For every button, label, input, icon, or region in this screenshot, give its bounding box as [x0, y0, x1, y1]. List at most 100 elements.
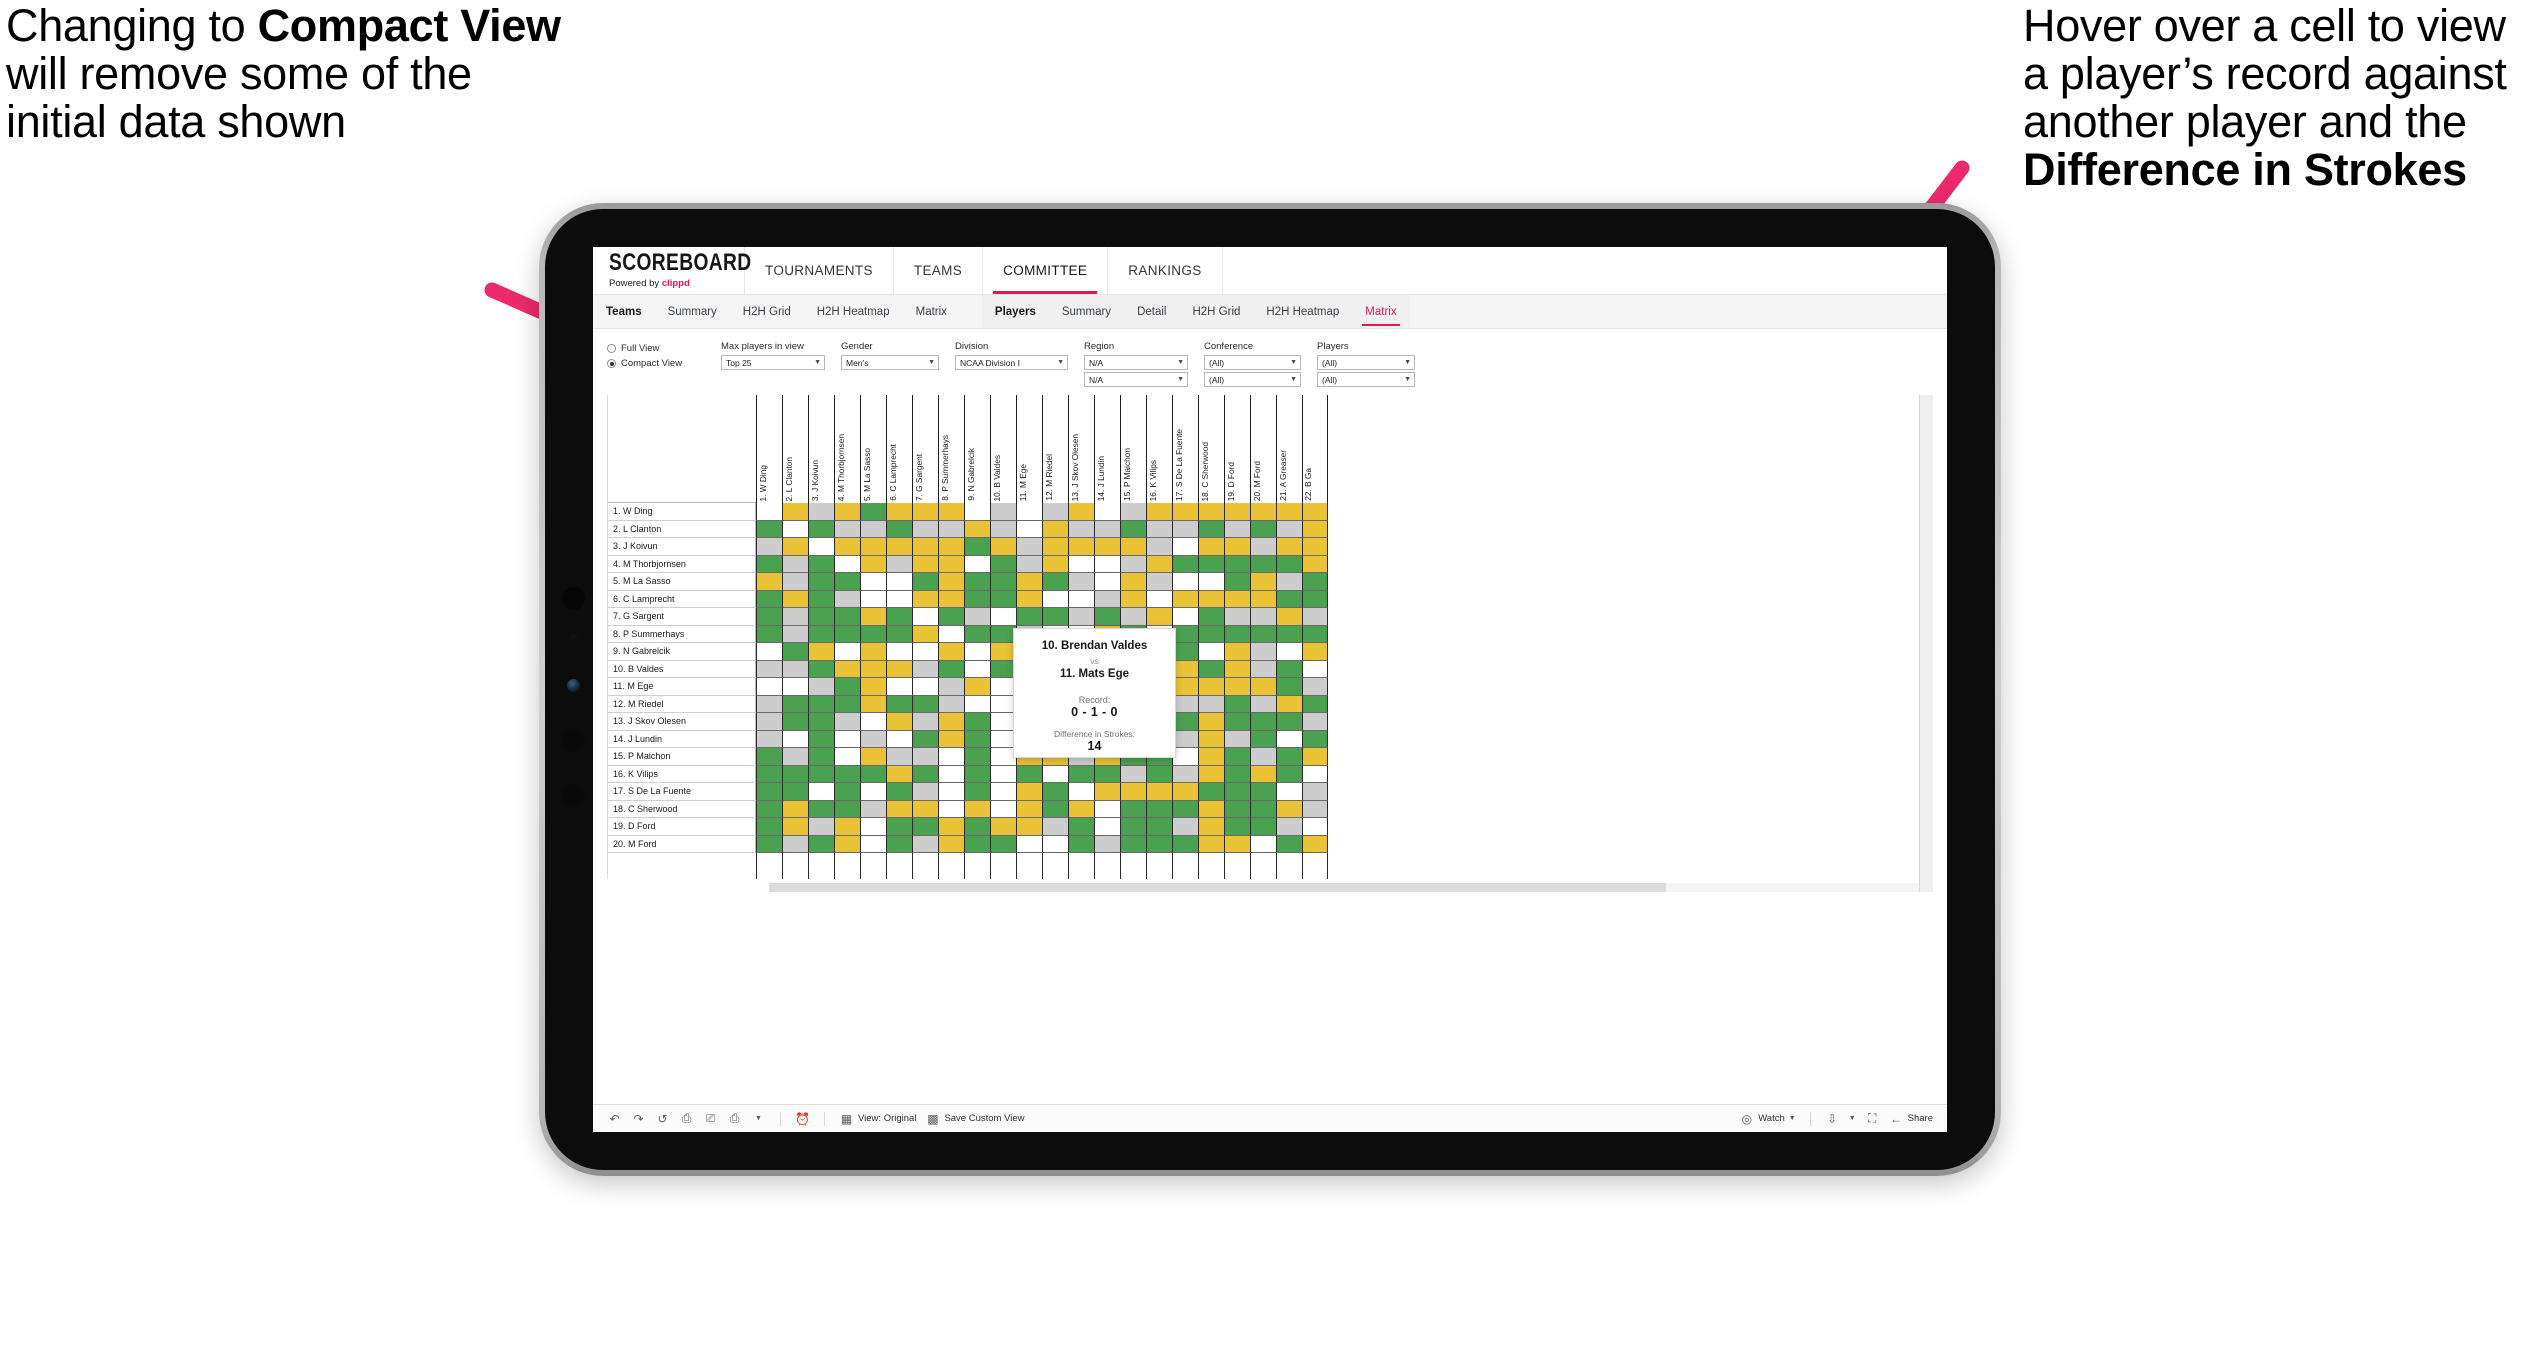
matrix-cell[interactable]	[1172, 573, 1198, 591]
matrix-cell[interactable]	[912, 608, 938, 626]
filter-select-region-secondary[interactable]: N/A ▼	[1084, 372, 1188, 387]
matrix-row[interactable]: 11. M Ege	[608, 678, 1932, 696]
sub-tab-matrix[interactable]: Matrix	[903, 295, 960, 328]
matrix-cell[interactable]	[1302, 730, 1328, 748]
sub-tab-h2h-grid[interactable]: H2H Grid	[1179, 295, 1253, 328]
matrix-cell[interactable]	[1120, 835, 1146, 853]
scrollbar-thumb[interactable]	[769, 883, 1666, 892]
matrix-cell[interactable]	[1198, 590, 1224, 608]
matrix-cell[interactable]	[1250, 573, 1276, 591]
pause-icon[interactable]: ⎚	[703, 1111, 718, 1126]
matrix-cell[interactable]	[886, 573, 912, 591]
h2h-matrix[interactable]: 1. W Ding 2. L Clanton 3. J Koivun 4. M Tho…	[607, 395, 1933, 879]
chevron-down-icon[interactable]: ▼	[1404, 359, 1411, 366]
matrix-cell[interactable]	[1250, 625, 1276, 643]
matrix-cell[interactable]	[964, 678, 990, 696]
matrix-cell[interactable]	[782, 625, 808, 643]
matrix-cell[interactable]	[886, 765, 912, 783]
chevron-down-icon[interactable]: ▼	[1404, 376, 1411, 383]
matrix-cell[interactable]	[938, 800, 964, 818]
matrix-cell[interactable]	[1016, 538, 1042, 556]
matrix-cell[interactable]	[912, 783, 938, 801]
chevron-down-icon[interactable]: ▼	[1177, 376, 1184, 383]
matrix-cell[interactable]	[938, 678, 964, 696]
sub-tab-h2h-heatmap[interactable]: H2H Heatmap	[804, 295, 903, 328]
matrix-row-label[interactable]: 15. P Maichon	[608, 748, 756, 766]
matrix-column-header[interactable]: 6. C Lamprecht	[886, 395, 912, 503]
matrix-cell[interactable]	[860, 800, 886, 818]
matrix-cell[interactable]	[1276, 730, 1302, 748]
matrix-cell[interactable]	[1302, 818, 1328, 836]
matrix-cell[interactable]	[1302, 748, 1328, 766]
matrix-cell[interactable]	[860, 625, 886, 643]
matrix-cell[interactable]	[860, 730, 886, 748]
matrix-cell[interactable]	[886, 538, 912, 556]
matrix-cell[interactable]	[1120, 783, 1146, 801]
matrix-cell[interactable]	[1146, 555, 1172, 573]
matrix-cell[interactable]	[1016, 503, 1042, 521]
matrix-cell[interactable]	[1094, 538, 1120, 556]
matrix-cell[interactable]	[912, 573, 938, 591]
matrix-cell[interactable]	[1172, 818, 1198, 836]
matrix-cell[interactable]	[938, 818, 964, 836]
matrix-cell[interactable]	[1302, 608, 1328, 626]
fullscreen-icon[interactable]: ⛶	[1865, 1111, 1880, 1126]
matrix-cell[interactable]	[938, 555, 964, 573]
matrix-cell[interactable]	[990, 520, 1016, 538]
matrix-cell[interactable]	[834, 678, 860, 696]
matrix-cell[interactable]	[1172, 590, 1198, 608]
matrix-cell[interactable]	[1016, 765, 1042, 783]
matrix-cell[interactable]	[1250, 643, 1276, 661]
matrix-column-header[interactable]: 10. B Valdes	[990, 395, 1016, 503]
matrix-cell[interactable]	[808, 748, 834, 766]
matrix-cell[interactable]	[964, 800, 990, 818]
matrix-cell[interactable]	[1016, 818, 1042, 836]
matrix-cell[interactable]	[1224, 730, 1250, 748]
matrix-cell[interactable]	[1224, 625, 1250, 643]
matrix-column-header[interactable]: 1. W Ding	[756, 395, 782, 503]
filter-select-conference[interactable]: (All) ▼	[1204, 355, 1301, 370]
matrix-cell[interactable]	[1068, 835, 1094, 853]
matrix-column-header[interactable]: 11. M Ege	[1016, 395, 1042, 503]
matrix-row[interactable]: 6. C Lamprecht	[608, 590, 1932, 608]
matrix-cell[interactable]	[964, 625, 990, 643]
matrix-cell[interactable]	[990, 800, 1016, 818]
matrix-cell[interactable]	[834, 835, 860, 853]
matrix-cell[interactable]	[964, 503, 990, 521]
matrix-column-header[interactable]: 7. G Sargent	[912, 395, 938, 503]
matrix-cell[interactable]	[990, 503, 1016, 521]
matrix-cell[interactable]	[964, 555, 990, 573]
matrix-cell[interactable]	[834, 695, 860, 713]
matrix-cell[interactable]	[1276, 520, 1302, 538]
matrix-cell[interactable]	[1172, 783, 1198, 801]
matrix-cell[interactable]	[1068, 800, 1094, 818]
matrix-cell[interactable]	[1172, 520, 1198, 538]
caret-down-icon[interactable]: ▼	[751, 1115, 766, 1122]
matrix-cell[interactable]	[1198, 643, 1224, 661]
matrix-cell[interactable]	[808, 643, 834, 661]
matrix-cell[interactable]	[1302, 625, 1328, 643]
matrix-cell[interactable]	[834, 748, 860, 766]
matrix-cell[interactable]	[834, 520, 860, 538]
matrix-cell[interactable]	[990, 835, 1016, 853]
matrix-cell[interactable]	[756, 643, 782, 661]
matrix-cell[interactable]	[756, 818, 782, 836]
matrix-cell[interactable]	[886, 520, 912, 538]
matrix-cell[interactable]	[756, 520, 782, 538]
matrix-cell[interactable]	[756, 748, 782, 766]
matrix-cell[interactable]	[782, 660, 808, 678]
matrix-cell[interactable]	[860, 678, 886, 696]
matrix-cell[interactable]	[990, 608, 1016, 626]
matrix-cell[interactable]	[808, 590, 834, 608]
matrix-cell[interactable]	[938, 573, 964, 591]
matrix-cell[interactable]	[1016, 590, 1042, 608]
matrix-cell[interactable]	[1120, 818, 1146, 836]
top-nav-item-committee[interactable]: COMMITTEE	[983, 247, 1109, 294]
matrix-cell[interactable]	[1302, 695, 1328, 713]
matrix-cell[interactable]	[912, 503, 938, 521]
matrix-column-header[interactable]: 20. M Ford	[1250, 395, 1276, 503]
matrix-cell[interactable]	[860, 765, 886, 783]
sub-tab-h2h-grid[interactable]: H2H Grid	[730, 295, 804, 328]
matrix-cell[interactable]	[990, 573, 1016, 591]
matrix-cell[interactable]	[1146, 538, 1172, 556]
